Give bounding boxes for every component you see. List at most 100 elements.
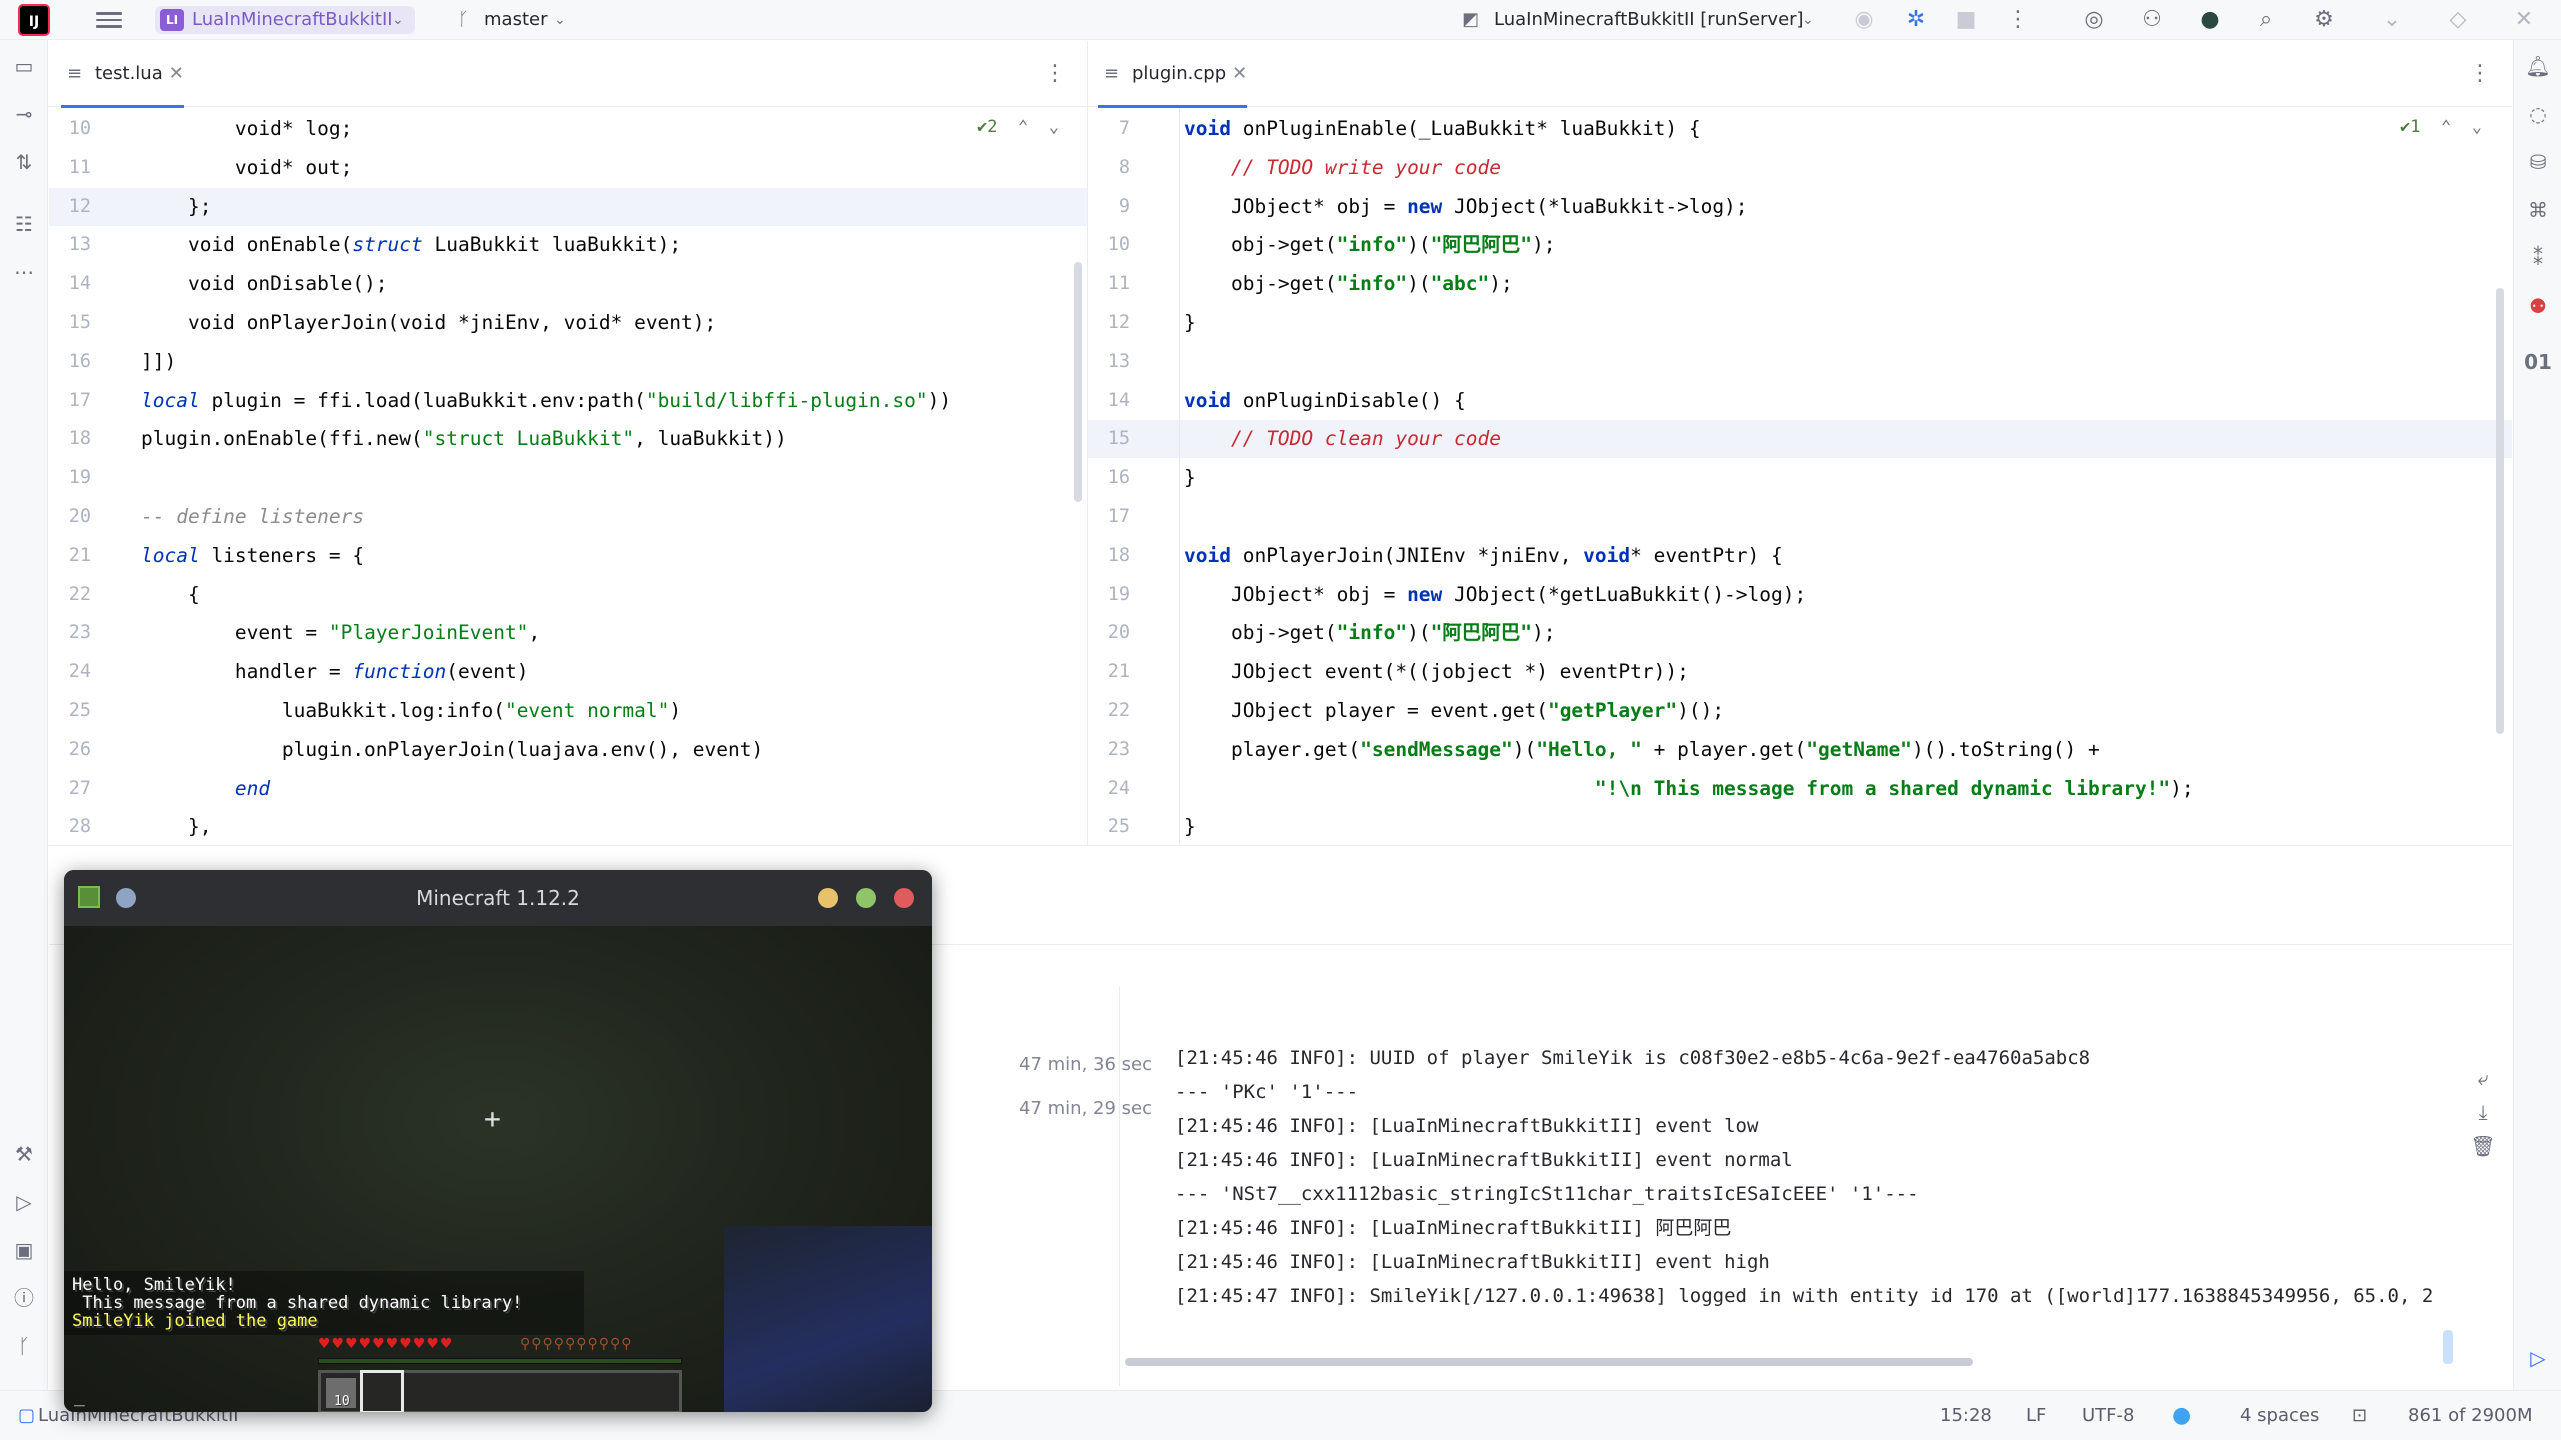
close-tab-icon[interactable]: ✕ [169, 63, 184, 84]
close-dot-icon[interactable] [894, 888, 914, 908]
line-number[interactable]: 10 [1088, 226, 1130, 264]
code-text[interactable]: void onPluginDisable() { [1184, 382, 1466, 420]
line-number[interactable]: 22 [49, 576, 91, 614]
code-text[interactable]: } [1184, 808, 1196, 845]
line-number[interactable]: 20 [49, 498, 91, 536]
line-number[interactable]: 17 [1088, 498, 1130, 536]
code-line[interactable]: 22 JObject player = event.get("getPlayer… [1088, 692, 2512, 730]
search-icon[interactable]: ⌕ [2250, 0, 2282, 40]
stop-icon[interactable]: ■ [1950, 0, 1982, 40]
code-line[interactable]: 24 handler = function(event) [49, 653, 1087, 691]
tab-options-icon[interactable]: ⋮ [1039, 54, 1071, 94]
soft-wrap-icon[interactable]: ⤶ [2467, 1062, 2499, 1094]
code-line[interactable]: 13 void onEnable(struct LuaBukkit luaBuk… [49, 226, 1087, 264]
services-tool-icon[interactable]: ▷ [8, 1186, 40, 1218]
line-number[interactable]: 7 [1088, 110, 1130, 148]
project-name[interactable]: LuaInMinecraftBukkitII [192, 0, 393, 40]
code-line[interactable]: 21 JObject event(*((jobject *) eventPtr)… [1088, 653, 2512, 691]
git-tool-icon[interactable]: ᚴ [8, 1330, 40, 1362]
code-line[interactable]: 13 [1088, 343, 2512, 381]
code-line[interactable]: 17 [1088, 498, 2512, 536]
code-line[interactable]: 15 // TODO clean your code [1088, 420, 2512, 459]
line-number[interactable]: 24 [49, 653, 91, 691]
run-tool-icon[interactable]: ▷ [2522, 1342, 2554, 1374]
code-line[interactable]: 19 [49, 459, 1087, 497]
code-text[interactable]: { [141, 576, 200, 614]
console-hscrollbar[interactable] [1125, 1358, 1973, 1366]
ide-logo[interactable]: IJ [18, 4, 50, 36]
code-text[interactable]: plugin.onPlayerJoin(luajava.env(), event… [141, 731, 763, 769]
close-tab-icon[interactable]: ✕ [1232, 63, 1247, 84]
code-line[interactable]: 7 void onPluginEnable(_LuaBukkit* luaBukk… [1088, 110, 2512, 148]
line-number[interactable]: 15 [49, 304, 91, 342]
code-text[interactable]: luaBukkit.log:info("event normal") [141, 692, 681, 730]
ai-chat-icon[interactable]: ◌ [2522, 98, 2554, 130]
line-number[interactable]: 21 [1088, 653, 1130, 691]
line-number[interactable]: 16 [1088, 459, 1130, 497]
console-vscrollbar[interactable] [2443, 1330, 2453, 1364]
chevron-down-icon[interactable]: ⌄ [1802, 0, 1814, 40]
code-text[interactable]: JObject event(*((jobject *) eventPtr)); [1184, 653, 1689, 691]
code-line[interactable]: 11 void* out; [49, 149, 1087, 187]
memory-indicator[interactable]: 861 of 2900M [2408, 1391, 2533, 1440]
maven-icon[interactable]: ⁑ [2522, 242, 2554, 274]
line-number[interactable]: 23 [1088, 731, 1130, 769]
indent-setting[interactable]: 4 spaces [2240, 1391, 2319, 1440]
line-number[interactable]: 25 [49, 692, 91, 730]
notifications-icon[interactable]: 🔔︎ [2522, 50, 2554, 82]
line-number[interactable]: 11 [1088, 265, 1130, 303]
minimize-dot-icon[interactable] [818, 888, 838, 908]
code-line[interactable]: 19 JObject* obj = new JObject(*getLuaBuk… [1088, 576, 2512, 614]
minimize-icon[interactable]: ⌄ [2376, 0, 2408, 40]
terminal-tool-icon[interactable]: ▣ [8, 1234, 40, 1266]
line-number[interactable]: 17 [49, 382, 91, 420]
code-text[interactable]: void onPlayerJoin(void *jniEnv, void* ev… [141, 304, 716, 342]
code-text[interactable]: // TODO write your code [1184, 149, 1501, 187]
line-number[interactable]: 15 [1088, 420, 1130, 458]
more-actions-icon[interactable]: ⋮ [2002, 0, 2034, 40]
code-line[interactable]: 17 local plugin = ffi.load(luaBukkit.env:… [49, 382, 1087, 420]
structure-tool-icon[interactable]: ☷ [8, 208, 40, 240]
line-number[interactable]: 11 [49, 149, 91, 187]
code-text[interactable]: obj->get("info")("阿巴阿巴"); [1184, 226, 1556, 264]
code-line[interactable]: 26 plugin.onPlayerJoin(luajava.env(), ev… [49, 731, 1087, 769]
line-number[interactable]: 9 [1088, 188, 1130, 226]
line-number[interactable]: 20 [1088, 614, 1130, 652]
code-line[interactable]: 27 end [49, 770, 1087, 808]
code-text[interactable]: JObject* obj = new JObject(*getLuaBukkit… [1184, 576, 1806, 614]
code-text[interactable]: }; [141, 188, 212, 226]
code-line[interactable]: 24 "!\n This message from a shared dynam… [1088, 770, 2512, 808]
settings-icon[interactable]: ⚙ [2308, 0, 2340, 40]
line-number[interactable]: 12 [49, 188, 91, 226]
chat-input-cursor[interactable]: _ [74, 1386, 85, 1407]
build-tool-icon[interactable]: ⚒ [8, 1138, 40, 1170]
problems-tool-icon[interactable]: ⓘ [8, 1282, 40, 1314]
line-number[interactable]: 26 [49, 731, 91, 769]
branch-name[interactable]: master [484, 0, 547, 40]
code-line[interactable]: 18 plugin.onEnable(ffi.new("struct LuaBuk… [49, 420, 1087, 458]
code-line[interactable]: 23 event = "PlayerJoinEvent", [49, 614, 1087, 652]
scroll-to-end-icon[interactable]: ⤓ [2467, 1096, 2499, 1128]
code-line[interactable]: 28 }, [49, 808, 1087, 845]
close-window-icon[interactable]: ✕ [2508, 0, 2540, 40]
database-icon[interactable]: ⛁ [2522, 146, 2554, 178]
code-text[interactable]: } [1184, 459, 1196, 497]
hotbar-selected-slot[interactable] [360, 1370, 404, 1412]
code-line[interactable]: 12 }; [49, 187, 1087, 226]
code-line[interactable]: 11 obj->get("info")("abc"); [1088, 265, 2512, 303]
line-number[interactable]: 14 [49, 265, 91, 303]
line-number[interactable]: 25 [1088, 808, 1130, 845]
line-separator[interactable]: LF [2026, 1391, 2046, 1440]
code-line[interactable]: 10 obj->get("info")("阿巴阿巴"); [1088, 226, 2512, 264]
line-number[interactable]: 19 [1088, 576, 1130, 614]
tab-options-icon[interactable]: ⋮ [2464, 54, 2496, 94]
project-tool-icon[interactable]: ▭ [8, 50, 40, 82]
code-line[interactable]: 16]]) [49, 343, 1087, 381]
account-icon[interactable]: ● [2194, 0, 2226, 40]
line-number[interactable]: 13 [1088, 343, 1130, 381]
line-number[interactable]: 8 [1088, 149, 1130, 187]
line-number[interactable]: 18 [1088, 537, 1130, 575]
line-number[interactable]: 18 [49, 420, 91, 458]
minecraft-window[interactable]: Minecraft 1.12.2 + Hello, SmileYik! This… [64, 870, 932, 1412]
maximize-dot-icon[interactable] [856, 888, 876, 908]
